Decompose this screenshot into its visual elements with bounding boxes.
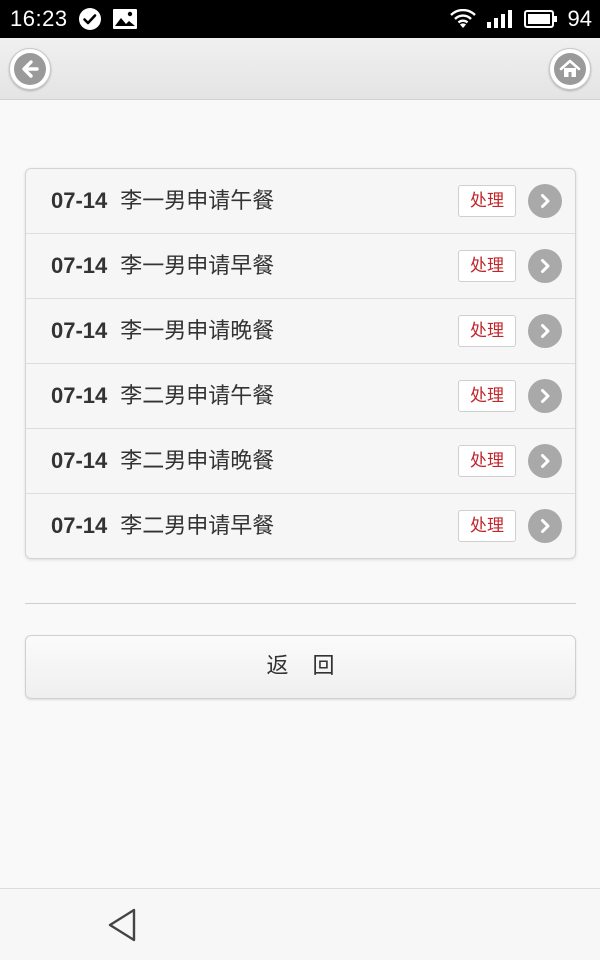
process-button[interactable]: 处理 [458, 445, 516, 477]
chevron-right-icon[interactable] [528, 379, 562, 413]
image-icon [112, 8, 138, 30]
list-item[interactable]: 07-14 李二男申请晚餐 处理 [26, 429, 575, 494]
request-text: 李一男申请午餐 [120, 189, 275, 214]
home-icon [554, 53, 586, 85]
process-button[interactable]: 处理 [458, 185, 516, 217]
process-button[interactable]: 处理 [458, 510, 516, 542]
header-bar [0, 38, 600, 100]
divider [25, 603, 576, 604]
chevron-right-icon[interactable] [528, 249, 562, 283]
request-date: 07-14 [51, 448, 108, 473]
request-text: 李一男申请早餐 [120, 254, 275, 279]
list-item[interactable]: 07-14 李一男申请晚餐 处理 [26, 299, 575, 364]
request-text: 李二男申请晚餐 [120, 449, 275, 474]
status-time: 16:23 [10, 6, 68, 31]
request-date: 07-14 [51, 253, 108, 278]
request-label: 07-14 李二男申请晚餐 [51, 429, 274, 493]
system-nav-bar [0, 888, 600, 960]
request-label: 07-14 李一男申请晚餐 [51, 299, 274, 363]
request-date: 07-14 [51, 318, 108, 343]
chevron-right-icon[interactable] [528, 314, 562, 348]
chevron-right-icon[interactable] [528, 184, 562, 218]
request-text: 李一男申请晚餐 [120, 319, 275, 344]
request-label: 07-14 李一男申请早餐 [51, 234, 274, 298]
battery-icon [523, 9, 558, 29]
nav-back-button[interactable] [104, 905, 140, 945]
process-button[interactable]: 处理 [458, 380, 516, 412]
wifi-icon [449, 9, 476, 29]
status-bar: 16:23 94 [0, 0, 600, 38]
process-button[interactable]: 处理 [458, 250, 516, 282]
battery-level: 94 [567, 6, 592, 31]
list-item[interactable]: 07-14 李二男申请早餐 处理 [26, 494, 575, 558]
request-text: 李二男申请午餐 [120, 384, 275, 409]
request-date: 07-14 [51, 188, 108, 213]
request-text: 李二男申请早餐 [120, 514, 275, 539]
home-button[interactable] [549, 48, 591, 90]
arrow-left-icon [14, 53, 46, 85]
return-button[interactable]: 返回 [25, 635, 576, 699]
request-label: 07-14 李二男申请午餐 [51, 364, 274, 428]
back-button[interactable] [9, 48, 51, 90]
list-item[interactable]: 07-14 李一男申请午餐 处理 [26, 169, 575, 234]
request-list: 07-14 李一男申请午餐 处理 07-14 李一男申请早餐 处理 07-14 李一男… [25, 168, 576, 559]
request-label: 07-14 李二男申请早餐 [51, 494, 274, 558]
request-date: 07-14 [51, 383, 108, 408]
process-button[interactable]: 处理 [458, 315, 516, 347]
signal-icon [486, 9, 514, 29]
request-date: 07-14 [51, 513, 108, 538]
list-item[interactable]: 07-14 李二男申请午餐 处理 [26, 364, 575, 429]
chevron-right-icon[interactable] [528, 509, 562, 543]
check-circle-icon [78, 7, 102, 31]
triangle-back-icon [108, 908, 136, 942]
chevron-right-icon[interactable] [528, 444, 562, 478]
request-label: 07-14 李一男申请午餐 [51, 169, 274, 233]
list-item[interactable]: 07-14 李一男申请早餐 处理 [26, 234, 575, 299]
